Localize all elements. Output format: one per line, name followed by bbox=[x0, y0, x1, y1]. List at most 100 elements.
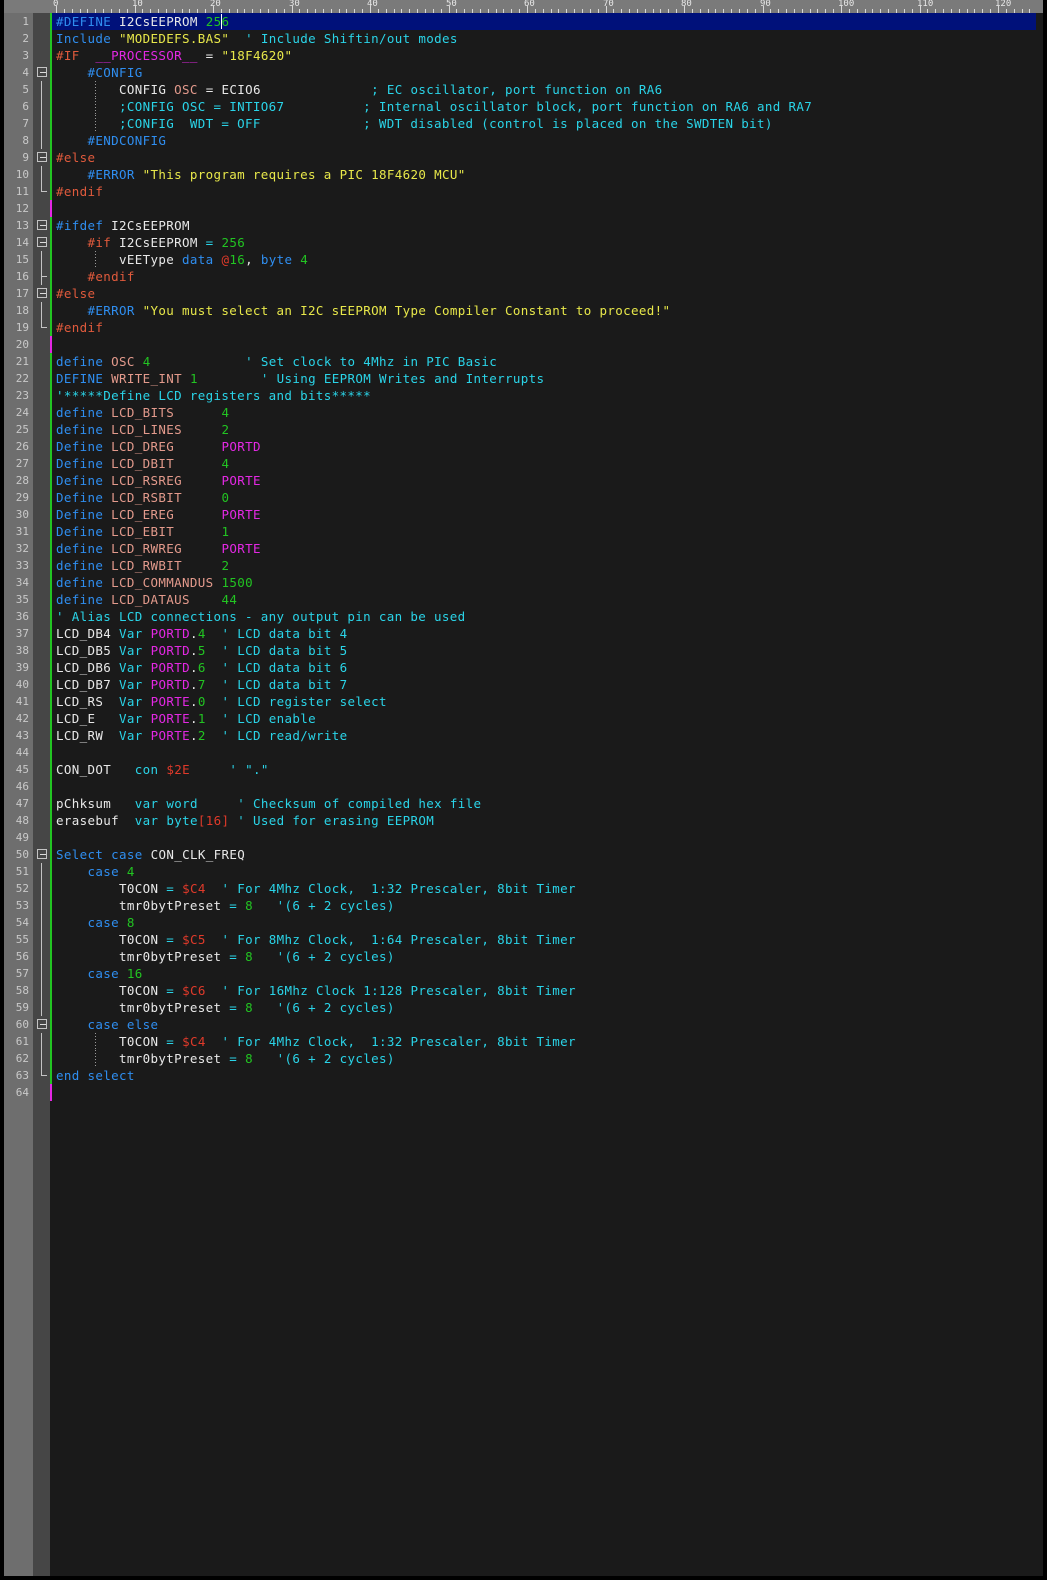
code-line[interactable]: 58 T0CON = $C6 ' For 16Mhz Clock 1:128 P… bbox=[4, 982, 1043, 999]
fold-collapse-icon[interactable] bbox=[37, 152, 47, 162]
line-number[interactable]: 22 bbox=[4, 370, 29, 387]
fold-collapse-icon[interactable] bbox=[37, 1019, 47, 1029]
code-line[interactable]: 45CON_DOT con $2E ' "." bbox=[4, 761, 1043, 778]
line-number[interactable]: 59 bbox=[4, 999, 29, 1016]
code-line[interactable]: 9#else bbox=[4, 149, 1043, 166]
fold-collapse-icon[interactable] bbox=[37, 67, 47, 77]
line-number[interactable]: 54 bbox=[4, 914, 29, 931]
fold-collapse-icon[interactable] bbox=[37, 849, 47, 859]
line-number[interactable]: 44 bbox=[4, 744, 29, 761]
line-number[interactable]: 51 bbox=[4, 863, 29, 880]
line-number[interactable]: 46 bbox=[4, 778, 29, 795]
code-line[interactable]: 48erasebuf var byte[16] ' Used for erasi… bbox=[4, 812, 1043, 829]
code-line[interactable]: 54 case 8 bbox=[4, 914, 1043, 931]
code-line[interactable]: 39LCD_DB6 Var PORTD.6 ' LCD data bit 6 bbox=[4, 659, 1043, 676]
code-line[interactable]: 63end select bbox=[4, 1067, 1043, 1084]
line-number[interactable]: 9 bbox=[4, 149, 29, 166]
line-number[interactable]: 43 bbox=[4, 727, 29, 744]
line-number[interactable]: 20 bbox=[4, 336, 29, 353]
code-line[interactable]: 47pChksum var word ' Checksum of compile… bbox=[4, 795, 1043, 812]
code-line[interactable]: 44 bbox=[4, 744, 1043, 761]
line-number[interactable]: 61 bbox=[4, 1033, 29, 1050]
line-number[interactable]: 7 bbox=[4, 115, 29, 132]
code-line[interactable]: 41LCD_RS Var PORTE.0 ' LCD register sele… bbox=[4, 693, 1043, 710]
line-number[interactable]: 21 bbox=[4, 353, 29, 370]
code-line[interactable]: 29Define LCD_RSBIT 0 bbox=[4, 489, 1043, 506]
line-number[interactable]: 30 bbox=[4, 506, 29, 523]
code-line[interactable]: 8 #ENDCONFIG bbox=[4, 132, 1043, 149]
code-line[interactable]: 22DEFINE WRITE_INT 1 ' Using EEPROM Writ… bbox=[4, 370, 1043, 387]
code-line[interactable]: 40LCD_DB7 Var PORTD.7 ' LCD data bit 7 bbox=[4, 676, 1043, 693]
code-line[interactable]: 13#ifdef I2CsEEPROM bbox=[4, 217, 1043, 234]
code-line[interactable]: 4 #CONFIG bbox=[4, 64, 1043, 81]
code-line[interactable]: 60 case else bbox=[4, 1016, 1043, 1033]
code-line[interactable]: 7 ;CONFIG WDT = OFF ; WDT disabled (cont… bbox=[4, 115, 1043, 132]
code-line[interactable]: 53 tmr0bytPreset = 8 '(6 + 2 cycles) bbox=[4, 897, 1043, 914]
code-line[interactable]: 33define LCD_RWBIT 2 bbox=[4, 557, 1043, 574]
line-number[interactable]: 57 bbox=[4, 965, 29, 982]
code-line[interactable]: 5 CONFIG OSC = ECIO6 ; EC oscillator, po… bbox=[4, 81, 1043, 98]
code-line[interactable]: 50Select case CON_CLK_FREQ bbox=[4, 846, 1043, 863]
line-number[interactable]: 27 bbox=[4, 455, 29, 472]
line-number[interactable]: 56 bbox=[4, 948, 29, 965]
line-number[interactable]: 18 bbox=[4, 302, 29, 319]
code-line[interactable]: 15 vEEType data @16, byte 4 bbox=[4, 251, 1043, 268]
line-number[interactable]: 3 bbox=[4, 47, 29, 64]
line-number[interactable]: 24 bbox=[4, 404, 29, 421]
code-line[interactable]: 36' Alias LCD connections - any output p… bbox=[4, 608, 1043, 625]
code-line[interactable]: 10 #ERROR "This program requires a PIC 1… bbox=[4, 166, 1043, 183]
code-line[interactable]: 42LCD_E Var PORTE.1 ' LCD enable bbox=[4, 710, 1043, 727]
code-line[interactable]: 24define LCD_BITS 4 bbox=[4, 404, 1043, 421]
line-number[interactable]: 63 bbox=[4, 1067, 29, 1084]
fold-collapse-icon[interactable] bbox=[37, 237, 47, 247]
code-line[interactable]: 27Define LCD_DBIT 4 bbox=[4, 455, 1043, 472]
line-number[interactable]: 4 bbox=[4, 64, 29, 81]
code-line[interactable]: 57 case 16 bbox=[4, 965, 1043, 982]
line-number[interactable]: 31 bbox=[4, 523, 29, 540]
line-number[interactable]: 34 bbox=[4, 574, 29, 591]
line-number[interactable]: 52 bbox=[4, 880, 29, 897]
code-line[interactable]: 1#DEFINE I2CsEEPROM 256 bbox=[4, 13, 1043, 30]
line-number[interactable]: 17 bbox=[4, 285, 29, 302]
code-line[interactable]: 49 bbox=[4, 829, 1043, 846]
code-line[interactable]: 43LCD_RW Var PORTE.2 ' LCD read/write bbox=[4, 727, 1043, 744]
line-number[interactable]: 49 bbox=[4, 829, 29, 846]
code-line[interactable]: 51 case 4 bbox=[4, 863, 1043, 880]
code-line[interactable]: 62 tmr0bytPreset = 8 '(6 + 2 cycles) bbox=[4, 1050, 1043, 1067]
line-number[interactable]: 35 bbox=[4, 591, 29, 608]
line-number[interactable]: 39 bbox=[4, 659, 29, 676]
line-number[interactable]: 50 bbox=[4, 846, 29, 863]
code-line[interactable]: 19#endif bbox=[4, 319, 1043, 336]
line-number[interactable]: 26 bbox=[4, 438, 29, 455]
line-number[interactable]: 28 bbox=[4, 472, 29, 489]
line-number[interactable]: 53 bbox=[4, 897, 29, 914]
code-line[interactable]: 14 #if I2CsEEPROM = 256 bbox=[4, 234, 1043, 251]
code-line[interactable]: 25define LCD_LINES 2 bbox=[4, 421, 1043, 438]
code-line[interactable]: 64 bbox=[4, 1084, 1043, 1101]
line-number[interactable]: 62 bbox=[4, 1050, 29, 1067]
code-line[interactable]: 30Define LCD_EREG PORTE bbox=[4, 506, 1043, 523]
line-number[interactable]: 12 bbox=[4, 200, 29, 217]
line-number[interactable]: 10 bbox=[4, 166, 29, 183]
code-line[interactable]: 46 bbox=[4, 778, 1043, 795]
code-line[interactable]: 11#endif bbox=[4, 183, 1043, 200]
line-number[interactable]: 41 bbox=[4, 693, 29, 710]
code-line[interactable]: 59 tmr0bytPreset = 8 '(6 + 2 cycles) bbox=[4, 999, 1043, 1016]
line-number[interactable]: 40 bbox=[4, 676, 29, 693]
line-number[interactable]: 1 bbox=[4, 13, 29, 30]
code-line[interactable]: 28Define LCD_RSREG PORTE bbox=[4, 472, 1043, 489]
line-number[interactable]: 5 bbox=[4, 81, 29, 98]
line-number[interactable]: 48 bbox=[4, 812, 29, 829]
line-number[interactable]: 13 bbox=[4, 217, 29, 234]
code-line[interactable]: 37LCD_DB4 Var PORTD.4 ' LCD data bit 4 bbox=[4, 625, 1043, 642]
code-line[interactable]: 20 bbox=[4, 336, 1043, 353]
line-number[interactable]: 2 bbox=[4, 30, 29, 47]
line-number[interactable]: 36 bbox=[4, 608, 29, 625]
code-line[interactable]: 55 T0CON = $C5 ' For 8Mhz Clock, 1:64 Pr… bbox=[4, 931, 1043, 948]
code-line[interactable]: 3#IF __PROCESSOR__ = "18F4620" bbox=[4, 47, 1043, 64]
code-line[interactable]: 12 bbox=[4, 200, 1043, 217]
code-line[interactable]: 6 ;CONFIG OSC = INTIO67 ; Internal oscil… bbox=[4, 98, 1043, 115]
code-line[interactable]: 52 T0CON = $C4 ' For 4Mhz Clock, 1:32 Pr… bbox=[4, 880, 1043, 897]
code-line[interactable]: 38LCD_DB5 Var PORTD.5 ' LCD data bit 5 bbox=[4, 642, 1043, 659]
line-number[interactable]: 37 bbox=[4, 625, 29, 642]
